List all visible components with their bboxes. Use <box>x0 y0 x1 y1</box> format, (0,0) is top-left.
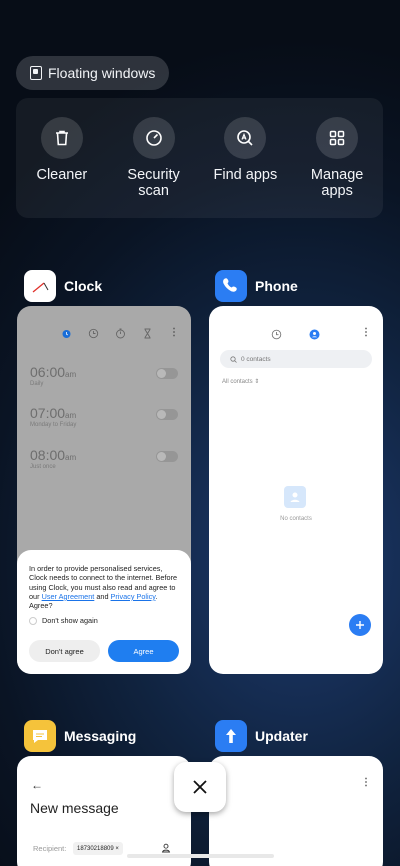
agree-button[interactable]: Agree <box>108 640 179 662</box>
contacts-icon <box>309 329 320 340</box>
phone-app-card[interactable]: ⋮ 0 contacts All contacts ⇕ No contacts <box>209 306 383 674</box>
alarm-repeat: Monday to Friday <box>30 422 77 428</box>
alarm-icon <box>62 330 71 338</box>
home-indicator[interactable] <box>127 854 274 858</box>
clock-app-icon <box>24 270 56 302</box>
dialog-text: In order to provide personalised service… <box>29 564 178 611</box>
alarm-item[interactable]: 06:00am Daily <box>30 364 178 387</box>
updater-app-card[interactable]: ⋮ <box>209 756 383 866</box>
back-arrow-icon[interactable]: ← <box>31 778 43 792</box>
tool-label: Security scan <box>127 167 180 199</box>
tool-manage-apps[interactable]: Manage apps <box>297 117 377 218</box>
timer-icon <box>144 328 151 339</box>
recipient-chip[interactable]: 18730218809 × <box>73 842 123 855</box>
app-header-messaging[interactable]: Messaging <box>24 720 136 752</box>
clock-tabs <box>61 328 153 339</box>
alarm-repeat: Daily <box>30 381 44 387</box>
tool-cleaner[interactable]: Cleaner <box>22 117 102 218</box>
tool-security-scan[interactable]: Security scan <box>114 117 194 218</box>
trash-icon <box>40 117 83 159</box>
contact-picker-icon <box>161 843 171 853</box>
app-header-phone[interactable]: Phone <box>215 270 298 302</box>
updater-app-icon <box>215 720 247 752</box>
clear-all-button[interactable] <box>174 762 226 812</box>
more-icon[interactable]: ⋮ <box>169 327 179 338</box>
permission-dialog: In order to provide personalised service… <box>17 550 191 674</box>
clock-app-card[interactable]: ⋮ 06:00am Daily 07:00am Monday to Friday… <box>17 306 191 674</box>
find-apps-icon <box>224 117 267 159</box>
tool-label: Manage apps <box>310 167 364 199</box>
app-name: Messaging <box>64 728 137 744</box>
plus-icon <box>356 621 364 629</box>
user-agreement-link[interactable]: User Agreement <box>42 592 95 601</box>
recipient-label: Recipient: <box>33 844 67 853</box>
security-scan-icon <box>132 117 175 159</box>
phone-app-icon <box>215 270 247 302</box>
add-contact-button[interactable] <box>349 614 371 636</box>
contacts-filter[interactable]: All contacts ⇕ <box>222 378 259 385</box>
alarm-toggle[interactable] <box>156 409 178 420</box>
search-icon <box>230 355 237 363</box>
more-icon[interactable]: ⋮ <box>361 777 371 788</box>
app-header-updater[interactable]: Updater <box>215 720 308 752</box>
floating-windows-label: Floating windows <box>48 65 156 81</box>
app-name: Clock <box>64 278 103 294</box>
privacy-policy-link[interactable]: Privacy Policy <box>111 592 156 601</box>
alarm-toggle[interactable] <box>156 368 178 379</box>
app-header-clock[interactable]: Clock <box>24 270 102 302</box>
more-icon[interactable]: ⋮ <box>361 327 371 338</box>
quick-tools-panel: Cleaner Security scan Find apps Manage a… <box>16 98 383 218</box>
grid-icon <box>316 117 359 159</box>
recents-icon <box>271 329 282 340</box>
stopwatch-icon <box>116 328 125 339</box>
alarm-toggle[interactable] <box>156 451 178 462</box>
messaging-app-card[interactable]: ← New message Recipient: 18730218809 × <box>17 756 191 866</box>
checkbox-icon <box>29 616 37 625</box>
messaging-app-icon <box>24 720 56 752</box>
empty-contacts-icon <box>284 486 306 508</box>
tool-label: Find apps <box>213 167 278 183</box>
new-message-title: New message <box>30 800 119 816</box>
app-name: Phone <box>255 278 298 294</box>
close-icon <box>193 780 207 794</box>
floating-windows-button[interactable]: Floating windows <box>16 56 170 90</box>
alarm-item[interactable]: 08:00am Just once <box>30 447 178 470</box>
contacts-search-input[interactable]: 0 contacts <box>220 350 372 368</box>
world-clock-icon <box>88 328 99 339</box>
tool-label: Cleaner <box>36 167 88 183</box>
tool-find-apps[interactable]: Find apps <box>205 117 285 218</box>
phone-tabs <box>271 329 320 340</box>
alarm-item[interactable]: 07:00am Monday to Friday <box>30 405 178 428</box>
empty-contacts-label: No contacts <box>280 516 312 522</box>
dont-show-again-checkbox[interactable]: Don't show again <box>29 616 179 625</box>
floating-window-icon <box>30 66 42 80</box>
dont-agree-button[interactable]: Don't agree <box>29 640 100 662</box>
app-name: Updater <box>255 728 308 744</box>
alarm-repeat: Just once <box>30 464 56 470</box>
